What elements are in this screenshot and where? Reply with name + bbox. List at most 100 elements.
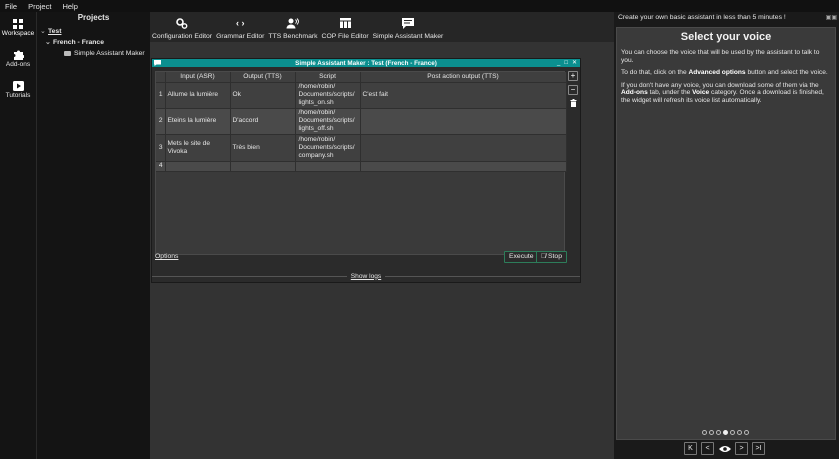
tip-paragraph: To do that, click on the Advanced option… [621, 69, 828, 76]
tool-simple-assistant-maker[interactable]: Simple Assistant Maker [373, 17, 443, 42]
tree-language[interactable]: ⌄ French - France [37, 37, 150, 48]
cell-post-action[interactable] [360, 161, 567, 172]
table-icon [339, 17, 351, 29]
commands-table: Input (ASR) Output (TTS) Script Post act… [155, 71, 567, 255]
chevron-down-icon[interactable]: ⌄ [45, 37, 53, 48]
stop-button[interactable]: 🎙̸ Stop [536, 251, 567, 263]
simple-assistant-maker-dialog: Simple Assistant Maker : Test (French - … [151, 58, 581, 283]
cell-input[interactable]: Mets le site de Vivoka [165, 134, 231, 162]
speaker-person-icon [286, 17, 300, 29]
rail-item-tutorials[interactable]: Tutorials [0, 74, 36, 105]
puzzle-icon [13, 49, 24, 60]
show-logs-bar: Show logs [152, 271, 580, 281]
rail-item-addons[interactable]: Add-ons [0, 43, 36, 74]
eye-icon[interactable] [718, 442, 731, 455]
column-header-post-action[interactable]: Post action output (TTS) [360, 72, 567, 83]
code-icon: ‹ › [236, 18, 245, 28]
prev-page-button[interactable]: < [701, 442, 714, 455]
play-icon [12, 80, 24, 91]
show-logs-link[interactable]: Show logs [347, 273, 385, 280]
cell-post-action[interactable]: C'est fait [360, 82, 567, 109]
page-dot[interactable] [730, 430, 735, 435]
tutorial-header: Create your own basic assistant in less … [618, 14, 786, 21]
cell-output[interactable]: Très bien [230, 134, 296, 162]
trash-icon [570, 99, 576, 107]
left-rail: Workspace Add-ons Tutorials [0, 12, 36, 459]
page-dot[interactable] [744, 430, 749, 435]
cell-output[interactable]: D'accord [230, 108, 296, 135]
add-row-button[interactable]: + [568, 71, 578, 81]
tutorial-panel: Create your own basic assistant in less … [614, 12, 839, 459]
table-row[interactable]: 1 Allume la lumière Ok /home/robin/ Docu… [156, 82, 567, 109]
tip-title: Select your voice [680, 31, 772, 43]
table-row[interactable]: 4 [156, 161, 567, 172]
chat-icon [401, 17, 414, 29]
execute-button[interactable]: Execute [504, 251, 539, 263]
first-page-button[interactable]: K [684, 442, 697, 455]
delete-row-button[interactable] [568, 99, 578, 109]
column-header-index [156, 72, 166, 83]
cell-input[interactable] [165, 161, 231, 172]
projects-panel: Projects ⌄ Test ⌄ French - France Simple A… [36, 12, 150, 459]
cell-input[interactable]: Allume la lumière [165, 82, 231, 109]
minimize-button[interactable]: _ [557, 59, 560, 67]
rail-item-workspace[interactable]: Workspace [0, 12, 36, 43]
tree-item-simple-assistant[interactable]: Simple Assistant Maker [37, 48, 150, 59]
table-row[interactable]: 2 Eteins la lumière D'accord /home/robin… [156, 108, 567, 135]
rail-label-workspace: Workspace [1, 30, 35, 37]
tool-cop-file-editor[interactable]: COP File Editor [322, 17, 369, 42]
toolbar: Configuration Editor ‹ › Grammar Editor … [150, 12, 614, 42]
page-dot[interactable] [737, 430, 742, 435]
chevron-down-icon[interactable]: ⌄ [40, 26, 48, 37]
page-dot[interactable] [702, 430, 707, 435]
close-button[interactable]: ✕ [572, 59, 577, 67]
row-number: 3 [156, 134, 166, 162]
chat-icon [154, 60, 161, 66]
row-actions: + − [568, 71, 579, 113]
next-page-button[interactable]: > [735, 442, 748, 455]
tip-card: Select your voice You can choose the voi… [616, 27, 836, 440]
tutorial-nav: K < > >I [684, 442, 769, 455]
pagination-dots [702, 430, 751, 435]
row-number: 2 [156, 108, 166, 135]
menu-file[interactable]: File [5, 2, 17, 11]
cell-script[interactable]: /home/robin/ Documents/scripts/ lights_o… [295, 82, 361, 109]
rail-label-addons: Add-ons [5, 61, 31, 68]
tool-configuration-editor[interactable]: Configuration Editor [152, 17, 212, 42]
cell-output[interactable]: Ok [230, 82, 296, 109]
maximize-button[interactable]: □ [564, 59, 568, 67]
menu-project[interactable]: Project [28, 2, 51, 11]
column-header-input[interactable]: Input (ASR) [165, 72, 231, 83]
cell-output[interactable] [230, 161, 296, 172]
cell-post-action[interactable] [360, 108, 567, 135]
last-page-button[interactable]: >I [752, 442, 765, 455]
cell-post-action[interactable] [360, 134, 567, 162]
row-number: 4 [156, 161, 166, 172]
tool-grammar-editor[interactable]: ‹ › Grammar Editor [216, 17, 264, 42]
detach-icon[interactable]: ▣▣ [826, 14, 837, 21]
column-header-output[interactable]: Output (TTS) [230, 72, 296, 83]
tree-root-project[interactable]: ⌄ Test [37, 26, 150, 37]
cell-input[interactable]: Eteins la lumière [165, 108, 231, 135]
column-header-script[interactable]: Script [295, 72, 361, 83]
menu-bar: File Project Help [0, 0, 839, 12]
tip-paragraph: You can choose the voice that will be us… [621, 49, 820, 64]
options-link[interactable]: Options [155, 253, 178, 260]
table-row[interactable]: 3 Mets le site de Vivoka Très bien /home… [156, 134, 567, 162]
mic-off-icon: 🎙̸ [541, 253, 548, 260]
cell-script[interactable]: /home/robin/ Documents/scripts/ lights_o… [295, 108, 361, 135]
rail-label-tutorials: Tutorials [5, 92, 31, 99]
cell-script[interactable]: /home/robin/ Documents/scripts/ company.… [295, 134, 361, 162]
cell-script[interactable] [295, 161, 361, 172]
page-dot[interactable] [716, 430, 721, 435]
projects-title: Projects [77, 13, 110, 22]
remove-row-button[interactable]: − [568, 85, 578, 95]
gears-icon [176, 17, 188, 29]
page-dot[interactable] [709, 430, 714, 435]
dialog-title-bar[interactable]: Simple Assistant Maker : Test (French - … [152, 59, 580, 67]
tool-tts-benchmark[interactable]: TTS Benchmark [268, 17, 318, 42]
chat-icon [64, 50, 71, 56]
menu-help[interactable]: Help [62, 2, 77, 11]
page-dot-active[interactable] [723, 430, 728, 435]
tip-paragraph: If you don't have any voice, you can dow… [621, 81, 824, 104]
